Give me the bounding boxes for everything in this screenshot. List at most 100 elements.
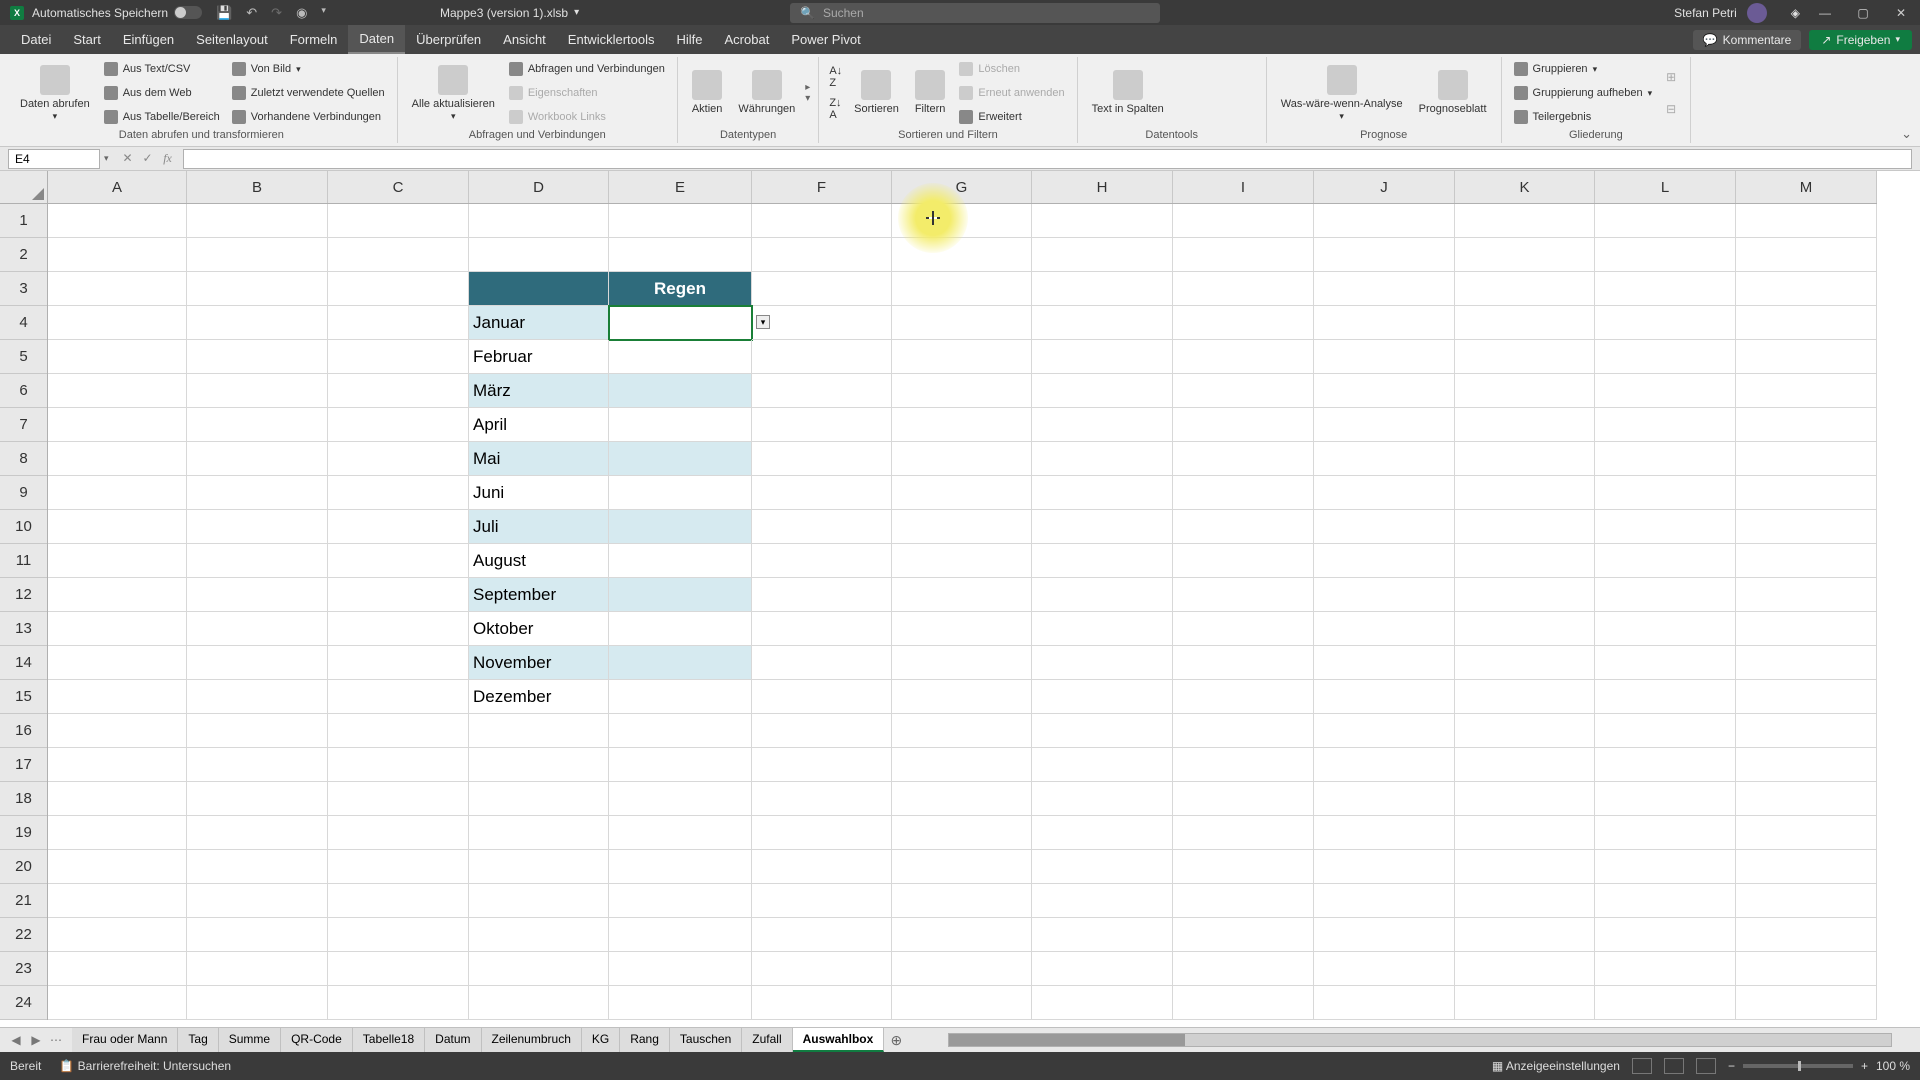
cell-M13[interactable] [1736,612,1877,646]
cell-H6[interactable] [1032,374,1173,408]
horizontal-scrollbar[interactable] [948,1033,1892,1047]
cell-C21[interactable] [328,884,469,918]
cell-K17[interactable] [1455,748,1595,782]
column-header-B[interactable]: B [187,171,328,203]
cell-D18[interactable] [469,782,609,816]
cell-D23[interactable] [469,952,609,986]
cell-L23[interactable] [1595,952,1736,986]
cell-E10[interactable] [609,510,752,544]
cell-D2[interactable] [469,238,609,272]
cell-M18[interactable] [1736,782,1877,816]
cancel-formula-icon[interactable]: ✕ [119,151,137,166]
cell-K16[interactable] [1455,714,1595,748]
cell-C18[interactable] [328,782,469,816]
chevron-down-icon[interactable]: ▾ [574,7,579,18]
data-validation-icon[interactable] [1232,63,1252,83]
cell-M23[interactable] [1736,952,1877,986]
cell-H3[interactable] [1032,272,1173,306]
cell-F21[interactable] [752,884,892,918]
cell-A12[interactable] [48,578,187,612]
cell-J21[interactable] [1314,884,1455,918]
sheet-tab-summe[interactable]: Summe [219,1028,281,1052]
sheet-tab-rang[interactable]: Rang [620,1028,670,1052]
cell-E20[interactable] [609,850,752,884]
cell-M9[interactable] [1736,476,1877,510]
cell-J9[interactable] [1314,476,1455,510]
cell-L16[interactable] [1595,714,1736,748]
cell-F24[interactable] [752,986,892,1020]
subtotal-button[interactable]: Teilergebnis [1510,109,1657,125]
normal-view-button[interactable] [1632,1058,1652,1074]
cell-H17[interactable] [1032,748,1173,782]
cell-A9[interactable] [48,476,187,510]
consolidate-icon[interactable] [1176,95,1196,115]
cell-J6[interactable] [1314,374,1455,408]
column-header-K[interactable]: K [1455,171,1595,203]
row-header-1[interactable]: 1 [0,204,47,238]
row-header-17[interactable]: 17 [0,748,47,782]
sheet-tab-tauschen[interactable]: Tauschen [670,1028,742,1052]
cell-A18[interactable] [48,782,187,816]
cell-H9[interactable] [1032,476,1173,510]
column-header-M[interactable]: M [1736,171,1877,203]
menu-tab-start[interactable]: Start [62,25,111,54]
menu-tab-datei[interactable]: Datei [10,25,62,54]
show-detail-icon[interactable]: ⊞ [1666,70,1676,84]
cell-J23[interactable] [1314,952,1455,986]
remove-dup-icon[interactable] [1204,63,1224,83]
cell-E11[interactable] [609,544,752,578]
cell-C8[interactable] [328,442,469,476]
cell-L2[interactable] [1595,238,1736,272]
cell-B5[interactable] [187,340,328,374]
tab-menu-icon[interactable]: ⋯ [48,1033,64,1047]
from-web[interactable]: Aus dem Web [100,85,224,101]
menu-tab-ansicht[interactable]: Ansicht [492,25,557,54]
cell-L9[interactable] [1595,476,1736,510]
cell-G19[interactable] [892,816,1032,850]
cell-H20[interactable] [1032,850,1173,884]
cell-C16[interactable] [328,714,469,748]
cell-G11[interactable] [892,544,1032,578]
cell-J1[interactable] [1314,204,1455,238]
cell-D9[interactable]: Juni [469,476,609,510]
cell-F18[interactable] [752,782,892,816]
cell-D1[interactable] [469,204,609,238]
cell-M24[interactable] [1736,986,1877,1020]
row-header-13[interactable]: 13 [0,612,47,646]
cell-F16[interactable] [752,714,892,748]
cell-G2[interactable] [892,238,1032,272]
cell-G1[interactable] [892,204,1032,238]
cell-J10[interactable] [1314,510,1455,544]
cell-E2[interactable] [609,238,752,272]
cell-L7[interactable] [1595,408,1736,442]
cell-H15[interactable] [1032,680,1173,714]
cell-F5[interactable] [752,340,892,374]
filename-area[interactable]: Mappe3 (version 1).xlsb ▾ [440,6,579,20]
cell-A8[interactable] [48,442,187,476]
cell-K5[interactable] [1455,340,1595,374]
cell-M20[interactable] [1736,850,1877,884]
sort-az-button[interactable]: A↓Z [829,65,842,89]
row-header-12[interactable]: 12 [0,578,47,612]
row-header-19[interactable]: 19 [0,816,47,850]
cell-J7[interactable] [1314,408,1455,442]
cell-E23[interactable] [609,952,752,986]
whatif-button[interactable]: Was-wäre-wenn-Analyse▾ [1275,57,1409,129]
cell-D8[interactable]: Mai [469,442,609,476]
cell-E7[interactable] [609,408,752,442]
cell-F15[interactable] [752,680,892,714]
cell-I7[interactable] [1173,408,1314,442]
cell-L11[interactable] [1595,544,1736,578]
recent-sources[interactable]: Zuletzt verwendete Quellen [228,85,389,101]
cell-D13[interactable]: Oktober [469,612,609,646]
cell-J4[interactable] [1314,306,1455,340]
cell-C20[interactable] [328,850,469,884]
column-header-D[interactable]: D [469,171,609,203]
cell-A19[interactable] [48,816,187,850]
cell-K20[interactable] [1455,850,1595,884]
cell-E9[interactable] [609,476,752,510]
cell-C24[interactable] [328,986,469,1020]
cell-J5[interactable] [1314,340,1455,374]
row-header-16[interactable]: 16 [0,714,47,748]
cell-F20[interactable] [752,850,892,884]
